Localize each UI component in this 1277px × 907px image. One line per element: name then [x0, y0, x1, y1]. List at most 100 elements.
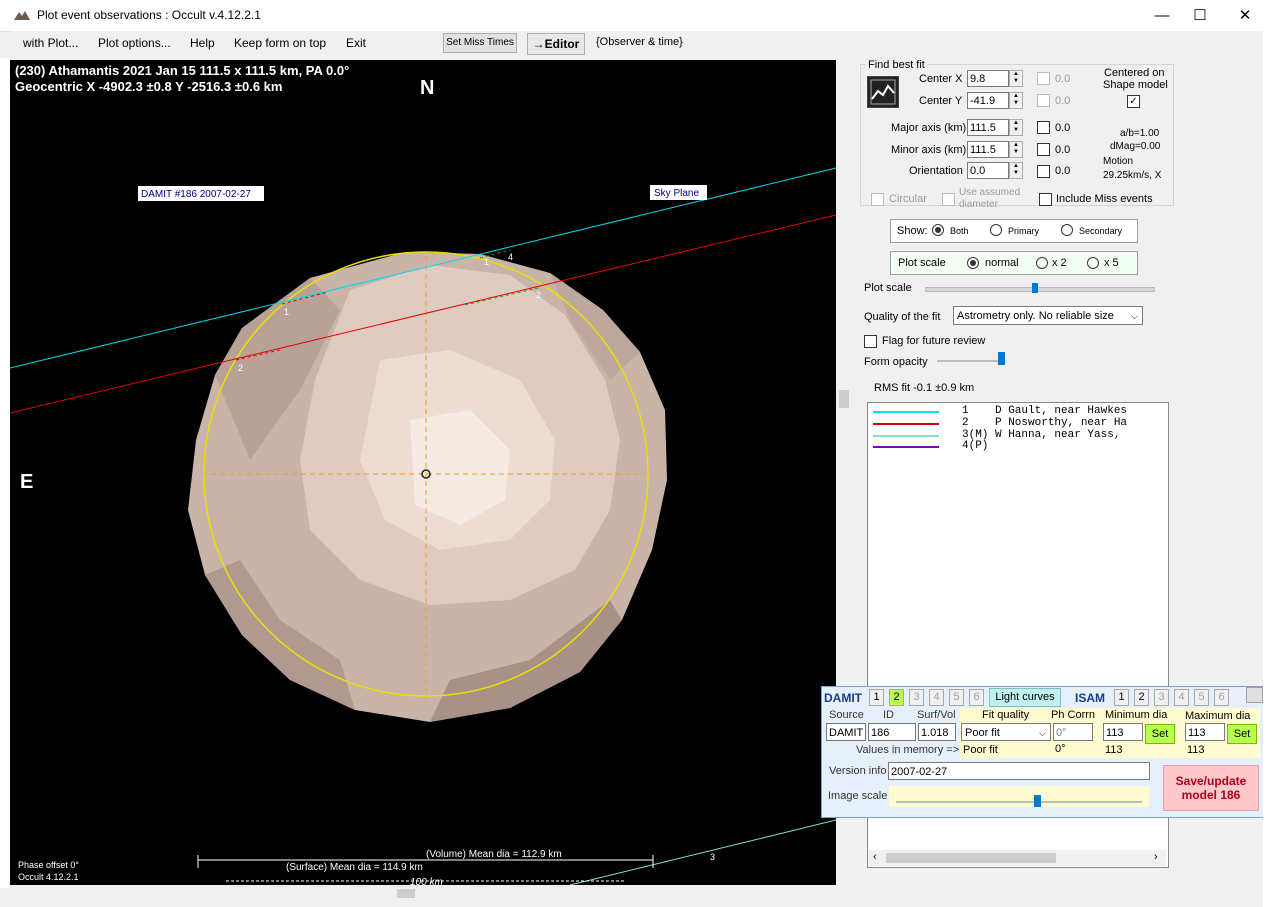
scroll-left-icon[interactable]: ‹ — [873, 851, 877, 863]
set-miss-times-button[interactable]: Set Miss Times — [443, 33, 517, 53]
plot-scale-slider-thumb[interactable] — [1032, 283, 1038, 293]
chord-3-line — [569, 819, 836, 885]
menu-plot-options[interactable]: Plot options... — [98, 36, 171, 50]
centered-on-shape-check[interactable]: ✓ — [1127, 95, 1140, 108]
surfvol-field[interactable]: 1.018 — [918, 723, 956, 741]
isam-tab-5[interactable]: 5 — [1194, 689, 1209, 706]
light-curves-button[interactable]: Light curves — [989, 688, 1061, 707]
observer-4-color — [873, 446, 939, 448]
image-scale-thumb[interactable] — [1034, 795, 1041, 807]
background-window-edge — [1263, 31, 1277, 907]
isam-tab-2[interactable]: 2 — [1134, 689, 1149, 706]
major-axis-input[interactable]: 111.5 — [967, 119, 1009, 136]
mem-max: 113 — [1187, 744, 1205, 756]
flag-review-check[interactable] — [864, 335, 877, 348]
observer-list-hscroll-thumb[interactable] — [886, 853, 1056, 863]
fit-quality-dropdown[interactable]: Poor fit ⌵ — [961, 723, 1051, 741]
isam-tab-4[interactable]: 4 — [1174, 689, 1189, 706]
major-axis-check[interactable] — [1037, 121, 1050, 134]
title-bar: Plot event observations : Occult v.4.12.… — [0, 0, 1277, 32]
scale-normal-radio[interactable] — [967, 257, 979, 269]
chord-label-2-right: 2 — [536, 290, 541, 300]
menu-help[interactable]: Help — [190, 36, 215, 50]
find-best-fit-button[interactable] — [867, 76, 899, 108]
observer-list-hscroll[interactable]: ‹ › — [868, 850, 1166, 866]
image-scale-slider[interactable] — [896, 801, 1142, 803]
show-secondary-radio[interactable] — [1061, 224, 1073, 236]
isam-tab-1[interactable]: 1 — [1114, 689, 1129, 706]
include-miss-check[interactable] — [1039, 193, 1052, 206]
shape-model-panel: DAMIT 1 2 3 4 5 6 Light curves ISAM 1 2 … — [821, 686, 1265, 818]
menu-keep-on-top[interactable]: Keep form on top — [234, 36, 326, 50]
show-primary-radio[interactable] — [990, 224, 1002, 236]
isam-tab-3[interactable]: 3 — [1154, 689, 1169, 706]
scrollbar-thumb[interactable] — [397, 889, 415, 898]
orientation-unc: 0.0 — [1055, 165, 1071, 177]
circular-label: Circular — [889, 193, 927, 205]
scale-label: 100 km — [410, 877, 443, 885]
circular-check — [871, 193, 884, 206]
orientation-spinner[interactable]: ▲ ▼ — [1009, 162, 1023, 179]
form-opacity-thumb[interactable] — [998, 352, 1005, 365]
show-both-radio[interactable] — [932, 224, 944, 236]
menu-with-plot[interactable]: with Plot... — [23, 36, 78, 50]
observer-2[interactable]: 2 P Nosworthy, near Ha — [962, 417, 1127, 429]
id-field[interactable]: 186 — [868, 723, 916, 741]
orientation-check[interactable] — [1037, 165, 1050, 178]
plot-area[interactable]: 1 2 1 2 4 3 (230) Athamantis 2021 Jan 15… — [10, 60, 836, 885]
center-y-spinner[interactable]: ▲ ▼ — [1009, 92, 1023, 109]
plot-header-line1: (230) Athamantis 2021 Jan 15 111.5 x 111… — [15, 63, 349, 78]
set-min-button[interactable]: Set — [1145, 724, 1175, 744]
close-button[interactable]: ✕ — [1222, 0, 1268, 31]
observer-1[interactable]: 1 D Gault, near Hawkes — [962, 405, 1127, 417]
damit-title: DAMIT — [824, 691, 862, 705]
image-scale-label: Image scale — [828, 790, 888, 802]
damit-tab-3[interactable]: 3 — [909, 689, 924, 706]
major-axis-spinner[interactable]: ▲ ▼ — [1009, 119, 1023, 136]
damit-tab-4[interactable]: 4 — [929, 689, 944, 706]
center-x-input[interactable]: 9.8 — [967, 70, 1009, 87]
scale-x2-radio[interactable] — [1036, 257, 1048, 269]
orientation-input[interactable]: 0.0 — [967, 162, 1009, 179]
north-label: N — [420, 77, 434, 99]
ph-corr-field[interactable]: 0° — [1053, 723, 1093, 741]
app-icon — [13, 9, 31, 21]
center-x-label: Center X — [919, 73, 963, 85]
chevron-down-icon: ⌵ — [1131, 311, 1138, 321]
observer-1-color — [873, 411, 939, 413]
plot-version-label: Occult 4.12.2.1 — [18, 872, 79, 882]
center-y-input[interactable]: -41.9 — [967, 92, 1009, 109]
editor-button[interactable]: →Editor — [527, 33, 585, 55]
damit-tab-5[interactable]: 5 — [949, 689, 964, 706]
observer-4[interactable]: 4(P) — [962, 440, 988, 452]
min-dia-field[interactable]: 113 — [1103, 723, 1143, 741]
quality-dropdown[interactable]: Astrometry only. No reliable size ⌵ — [953, 306, 1143, 325]
maximize-button[interactable]: ☐ — [1177, 0, 1223, 31]
max-dia-field[interactable]: 113 — [1185, 723, 1225, 741]
menu-exit[interactable]: Exit — [346, 36, 366, 50]
panel-close-box[interactable] — [1246, 687, 1263, 703]
damit-tab-2[interactable]: 2 — [889, 689, 904, 706]
surfvol-header: Surf/Vol — [917, 709, 956, 721]
source-field[interactable]: DAMIT — [826, 723, 866, 741]
observer-time-link[interactable]: {Observer & time} — [596, 36, 683, 48]
minor-axis-input[interactable]: 111.5 — [967, 141, 1009, 158]
plot-scale-group-label: Plot scale — [898, 257, 946, 269]
center-x-spinner[interactable]: ▲ ▼ — [1009, 70, 1023, 87]
set-max-button[interactable]: Set — [1227, 724, 1257, 744]
quality-value: Astrometry only. No reliable size — [957, 310, 1114, 322]
form-opacity-slider[interactable] — [937, 360, 1005, 362]
isam-tab-6[interactable]: 6 — [1214, 689, 1229, 706]
scroll-right-icon[interactable]: › — [1154, 851, 1158, 863]
plot-scale-slider[interactable] — [925, 287, 1155, 292]
minor-axis-check[interactable] — [1037, 143, 1050, 156]
scale-x5-radio[interactable] — [1087, 257, 1099, 269]
chevron-down-icon: ⌵ — [1039, 728, 1046, 738]
observer-2-color — [873, 423, 939, 425]
save-update-model-button[interactable]: Save/update model 186 — [1163, 765, 1259, 811]
damit-tab-1[interactable]: 1 — [869, 689, 884, 706]
plot-horizontal-scrollbar[interactable] — [10, 885, 836, 902]
damit-tab-6[interactable]: 6 — [969, 689, 984, 706]
version-info-field[interactable]: 2007-02-27 — [888, 762, 1150, 780]
minor-axis-spinner[interactable]: ▲ ▼ — [1009, 141, 1023, 158]
